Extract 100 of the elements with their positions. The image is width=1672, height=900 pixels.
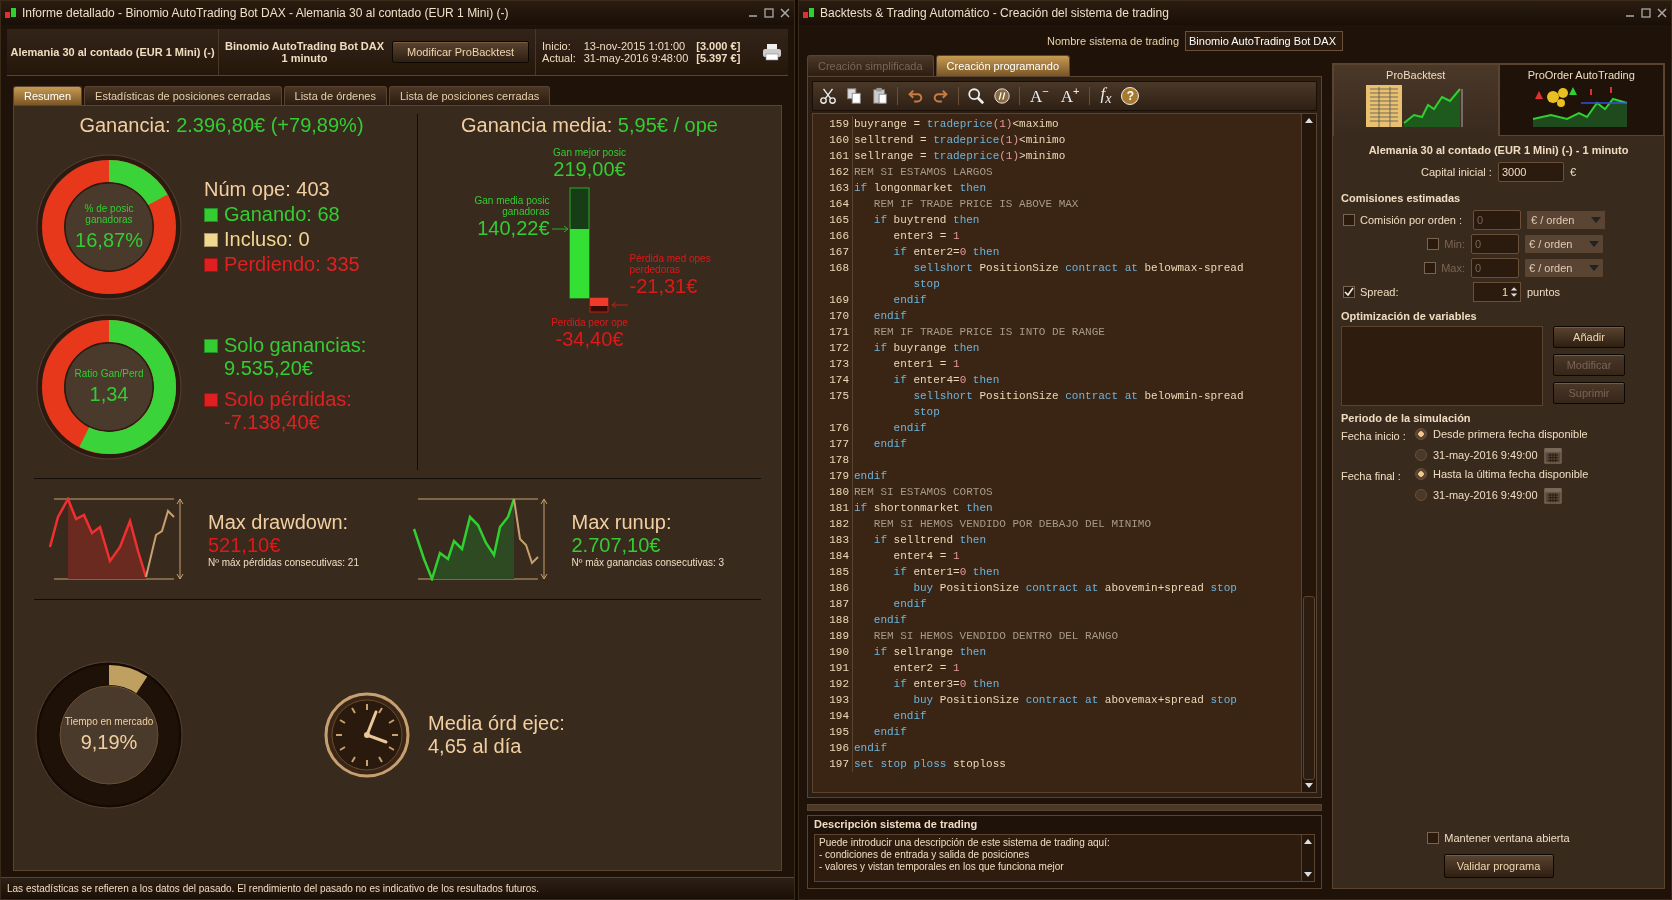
- code-line: buyrange = tradeprice(1)<maximo: [853, 118, 1059, 130]
- line-number: 192: [813, 676, 853, 692]
- total-value: -7.138,40€: [224, 411, 321, 434]
- scrollbar[interactable]: [1301, 114, 1316, 792]
- candlestick-icon: [803, 7, 815, 19]
- scroll-up-icon[interactable]: [1303, 837, 1313, 845]
- redo-icon[interactable]: [932, 87, 950, 105]
- scroll-up-icon[interactable]: [1304, 116, 1314, 124]
- average-gain-label: Ganancia media:: [461, 114, 613, 136]
- report-tab[interactable]: Lista de órdenes: [283, 86, 387, 105]
- radio-button[interactable]: [1415, 449, 1427, 461]
- paste-icon[interactable]: [871, 87, 889, 105]
- maximize-icon[interactable]: [1641, 8, 1651, 18]
- capital-label: Capital inicial :: [1420, 166, 1492, 178]
- spread-spinner[interactable]: 1: [1473, 282, 1521, 302]
- candlestick-icon: [5, 7, 17, 19]
- copy-icon[interactable]: [845, 87, 863, 105]
- commission-label: Max:: [1441, 262, 1465, 274]
- increase-font-button[interactable]: A$^{+}$: [1058, 85, 1082, 107]
- code-line: endif: [892, 710, 927, 722]
- scissors-icon[interactable]: [819, 87, 837, 105]
- system-name-field[interactable]: Binomio AutoTrading Bot DAX: [1185, 31, 1344, 51]
- report-tab[interactable]: Estadísticas de posiciones cerradas: [84, 86, 282, 105]
- line-number: 160: [813, 132, 853, 148]
- code-line: enter2 = 1: [892, 662, 960, 674]
- checkbox[interactable]: [1343, 286, 1355, 298]
- extreme-label: Max drawdown:: [208, 510, 350, 534]
- code-line: stop: [912, 278, 940, 290]
- gain-value: 2.396,80€ (+79,89%): [176, 114, 364, 136]
- date-label: Actual:: [542, 52, 576, 64]
- code-line: endif: [872, 438, 907, 450]
- scroll-thumb[interactable]: [1303, 596, 1315, 780]
- printer-icon[interactable]: [762, 43, 782, 61]
- section-title: Comisiones estimadas: [1341, 192, 1462, 204]
- code-line: if buytrend then: [872, 214, 980, 226]
- line-number: 187: [813, 596, 853, 612]
- comment-icon[interactable]: [993, 87, 1011, 105]
- unit-dropdown[interactable]: € / orden: [1527, 211, 1605, 229]
- report-tab[interactable]: Lista de posiciones cerradas: [388, 86, 551, 105]
- line-number: 184: [813, 548, 853, 564]
- undo-icon[interactable]: [906, 87, 924, 105]
- option-text: 31-may-2016 9:49:00: [1433, 489, 1538, 501]
- extreme-label: Max runup:: [571, 510, 673, 534]
- radio-button[interactable]: [1415, 428, 1427, 440]
- unit-dropdown[interactable]: € / orden: [1525, 259, 1603, 277]
- maximize-icon[interactable]: [764, 8, 774, 18]
- splitter-handle[interactable]: [807, 804, 1322, 811]
- extreme-value: 521,10€: [208, 533, 282, 557]
- code-line: sellrange = tradeprice(1)>minimo: [853, 150, 1066, 162]
- scroll-down-icon[interactable]: [1304, 782, 1314, 790]
- radio-button[interactable]: [1415, 489, 1427, 501]
- description-field[interactable]: Puede introducir una descripción de este sistema de trading aquí: - condiciones de entrada y salida de posiciones - valores y vistan temporales en los que funciona mejor: [814, 834, 1315, 882]
- mode-tab[interactable]: ProBacktest: [1333, 64, 1499, 136]
- calendar-icon[interactable]: [1543, 446, 1562, 464]
- line-number: 165: [813, 212, 853, 228]
- spread-unit: puntos: [1527, 286, 1561, 298]
- window-title: Backtests & Trading Automático - Creación del sistema de trading: [820, 6, 1169, 20]
- validate-button[interactable]: Validar programa: [1443, 854, 1554, 878]
- line-number: 190: [813, 644, 853, 660]
- worst-trade-value: -34,40€: [555, 328, 624, 351]
- search-icon[interactable]: [967, 87, 985, 105]
- code-line: if longonmarket then: [853, 182, 987, 194]
- checkbox[interactable]: [1343, 214, 1355, 226]
- editor-tab[interactable]: Creación programando: [935, 55, 1071, 76]
- line-number: 197: [813, 756, 853, 772]
- checkbox[interactable]: [1427, 238, 1440, 250]
- calendar-icon[interactable]: [1543, 486, 1562, 504]
- checkbox[interactable]: [1427, 832, 1440, 844]
- code-line: endif: [892, 422, 927, 434]
- best-trade-label: Gan mejor posic: [553, 147, 626, 158]
- code-line: endif: [853, 742, 887, 754]
- line-number: 174: [813, 372, 853, 388]
- donut-label: Ratio Gan/Perd: [74, 368, 144, 379]
- disclaimer-text: Las estadísticas se refieren a los datos del pasado. El rendimiento del pasado no es indicativo de los resultados futuros.: [7, 883, 539, 894]
- legend-text: Perdiendo: 335: [224, 253, 360, 276]
- code-line: endif: [872, 614, 907, 626]
- modify-backtest-button[interactable]: Modificar ProBacktest: [392, 41, 530, 63]
- scroll-down-icon[interactable]: [1303, 871, 1313, 879]
- checkbox[interactable]: [1424, 262, 1437, 274]
- capital-field[interactable]: 3000: [1497, 162, 1564, 182]
- variable-action-button[interactable]: Añadir: [1553, 326, 1625, 348]
- decrease-font-button[interactable]: A$^{−}$: [1028, 85, 1051, 107]
- help-button[interactable]: ?: [1121, 87, 1140, 105]
- code-line: sellshort PositionSize contract at belowmax-spread: [912, 262, 1244, 274]
- close-icon[interactable]: [780, 8, 790, 18]
- report-tab[interactable]: Resumen: [13, 86, 83, 105]
- radio-button[interactable]: [1415, 468, 1427, 480]
- line-number: 183: [813, 532, 853, 548]
- function-button[interactable]: f$_{x}$: [1098, 84, 1114, 108]
- system-name-label: Nombre sistema de trading: [1046, 35, 1180, 47]
- best-trade-value: 219,00€: [553, 158, 626, 181]
- mode-tab[interactable]: ProOrder AutoTrading: [1498, 64, 1664, 136]
- unit-dropdown[interactable]: € / orden: [1525, 235, 1603, 253]
- description-text: - valores y vistan temporales en los que funciona mejor: [819, 861, 1065, 872]
- total-label: Solo pérdidas:: [224, 388, 352, 411]
- option-text: Desde primera fecha disponible: [1433, 428, 1588, 440]
- close-icon[interactable]: [1657, 8, 1667, 18]
- gauge-label: Tiempo en mercado: [64, 716, 154, 727]
- code-line: if selltrend then: [872, 534, 987, 546]
- instrument-name: Alemania 30 al contado (EUR 1 Mini) (-) - 1 minuto: [1367, 144, 1630, 156]
